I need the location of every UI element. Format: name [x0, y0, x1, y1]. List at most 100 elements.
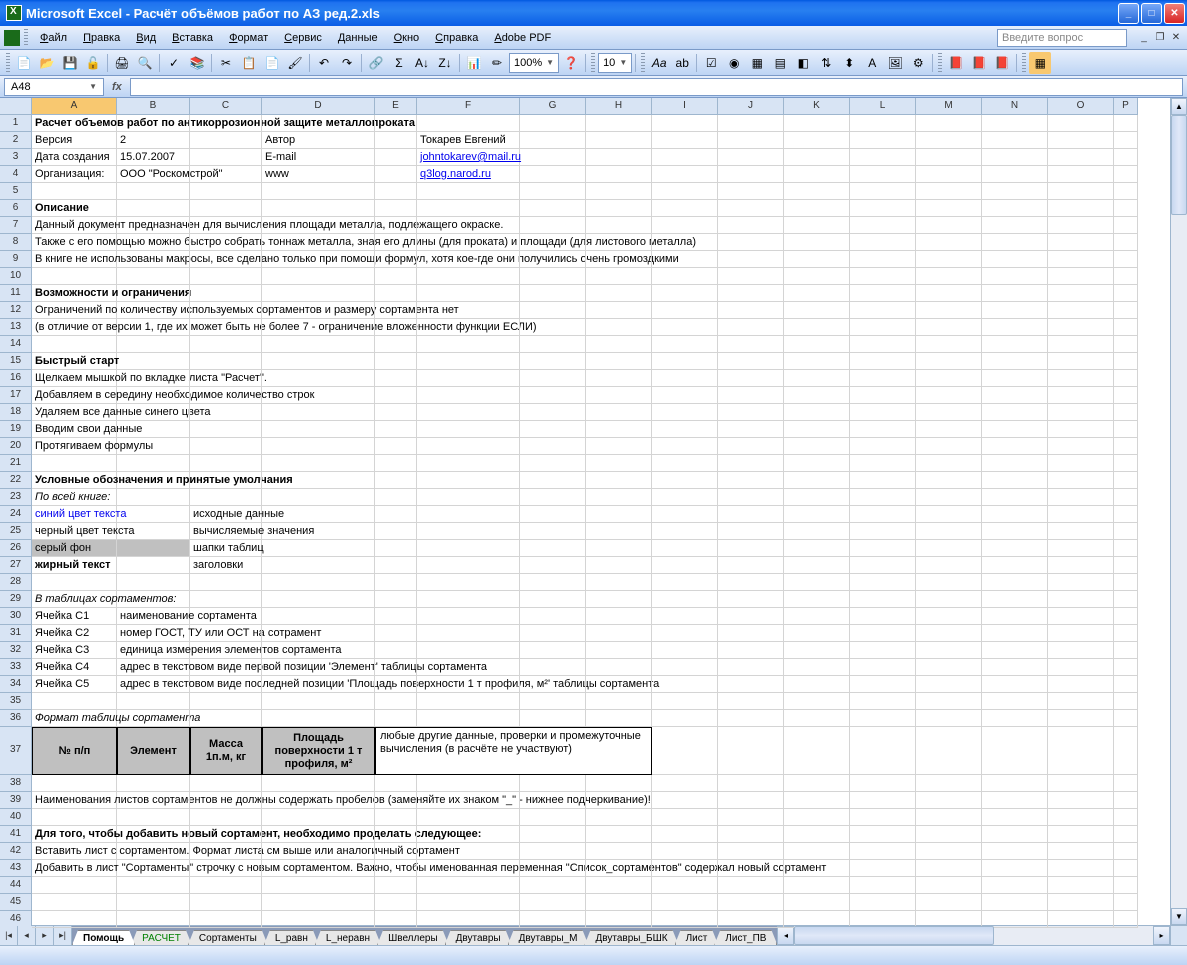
- cell-K19[interactable]: [784, 421, 850, 438]
- cell-P18[interactable]: [1114, 404, 1138, 421]
- cell-L10[interactable]: [850, 268, 916, 285]
- cell-P29[interactable]: [1114, 591, 1138, 608]
- cell-A9[interactable]: В книге не использованы макросы, все сде…: [32, 251, 117, 268]
- row-header-43[interactable]: 43: [0, 860, 32, 877]
- cell-N36[interactable]: [982, 710, 1048, 727]
- cell-G42[interactable]: [520, 843, 586, 860]
- cell-F13[interactable]: [417, 319, 520, 336]
- cell-M40[interactable]: [916, 809, 982, 826]
- cell-E32[interactable]: [375, 642, 417, 659]
- cell-H27[interactable]: [586, 557, 652, 574]
- textbox-button[interactable]: ab: [671, 52, 693, 74]
- cell-E11[interactable]: [375, 285, 417, 302]
- cell-C1[interactable]: [190, 115, 262, 132]
- menu-вставка[interactable]: Вставка: [164, 30, 221, 46]
- cell-E29[interactable]: [375, 591, 417, 608]
- cell-G12[interactable]: [520, 302, 586, 319]
- cell-N23[interactable]: [982, 489, 1048, 506]
- cell-O44[interactable]: [1048, 877, 1114, 894]
- cell-K7[interactable]: [784, 217, 850, 234]
- cell-J27[interactable]: [718, 557, 784, 574]
- cell-M27[interactable]: [916, 557, 982, 574]
- cell-G22[interactable]: [520, 472, 586, 489]
- cell-J16[interactable]: [718, 370, 784, 387]
- fill-color-button[interactable]: ▦: [1029, 52, 1051, 74]
- cell-N32[interactable]: [982, 642, 1048, 659]
- cell-E18[interactable]: [375, 404, 417, 421]
- cell-K6[interactable]: [784, 200, 850, 217]
- cell-G7[interactable]: [520, 217, 586, 234]
- cell-K9[interactable]: [784, 251, 850, 268]
- cell-B31[interactable]: номер ГОСТ, ТУ или ОСТ на сотрамент: [117, 625, 190, 642]
- cell-I38[interactable]: [652, 775, 718, 792]
- cell-P24[interactable]: [1114, 506, 1138, 523]
- cell-D35[interactable]: [262, 693, 375, 710]
- cell-L34[interactable]: [850, 676, 916, 693]
- cell-G30[interactable]: [520, 608, 586, 625]
- cell-F3[interactable]: johntokarev@mail.ru: [417, 149, 520, 166]
- cell-B4[interactable]: ООО "Роскомстрой": [117, 166, 190, 183]
- cell-I1[interactable]: [652, 115, 718, 132]
- scroll-down-button[interactable]: ▼: [1171, 908, 1187, 925]
- row-header-40[interactable]: 40: [0, 809, 32, 826]
- cell-K12[interactable]: [784, 302, 850, 319]
- sheet-tab-Сортаменты[interactable]: Сортаменты: [188, 930, 268, 945]
- cell-C13[interactable]: [190, 319, 262, 336]
- cell-G36[interactable]: [520, 710, 586, 727]
- hscroll-thumb[interactable]: [794, 926, 994, 945]
- cell-L42[interactable]: [850, 843, 916, 860]
- menu-формат[interactable]: Формат: [221, 30, 276, 46]
- cell-D44[interactable]: [262, 877, 375, 894]
- cell-N34[interactable]: [982, 676, 1048, 693]
- cell-D41[interactable]: [262, 826, 375, 843]
- cell-O20[interactable]: [1048, 438, 1114, 455]
- cell-O39[interactable]: [1048, 792, 1114, 809]
- cell-E5[interactable]: [375, 183, 417, 200]
- pdf-button-1[interactable]: 📕: [945, 52, 967, 74]
- cell-J2[interactable]: [718, 132, 784, 149]
- cell-J35[interactable]: [718, 693, 784, 710]
- cell-G21[interactable]: [520, 455, 586, 472]
- cell-M13[interactable]: [916, 319, 982, 336]
- cell-M39[interactable]: [916, 792, 982, 809]
- cell-K33[interactable]: [784, 659, 850, 676]
- cell-F45[interactable]: [417, 894, 520, 911]
- cell-N3[interactable]: [982, 149, 1048, 166]
- combobox-button[interactable]: ▤: [769, 52, 791, 74]
- cell-N11[interactable]: [982, 285, 1048, 302]
- cell-I21[interactable]: [652, 455, 718, 472]
- cell-D40[interactable]: [262, 809, 375, 826]
- cell-H12[interactable]: [586, 302, 652, 319]
- fx-icon[interactable]: fx: [106, 81, 128, 93]
- cell-H19[interactable]: [586, 421, 652, 438]
- cell-H31[interactable]: [586, 625, 652, 642]
- cell-O33[interactable]: [1048, 659, 1114, 676]
- cell-B24[interactable]: [117, 506, 190, 523]
- cell-P12[interactable]: [1114, 302, 1138, 319]
- cell-H1[interactable]: [586, 115, 652, 132]
- cell-L30[interactable]: [850, 608, 916, 625]
- cell-B28[interactable]: [117, 574, 190, 591]
- sheet-tab-L_равн[interactable]: L_равн: [264, 930, 319, 945]
- cell-L2[interactable]: [850, 132, 916, 149]
- cell-N20[interactable]: [982, 438, 1048, 455]
- cell-M26[interactable]: [916, 540, 982, 557]
- cell-D26[interactable]: [262, 540, 375, 557]
- cell-C39[interactable]: [190, 792, 262, 809]
- cell-I9[interactable]: [652, 251, 718, 268]
- cell-N38[interactable]: [982, 775, 1048, 792]
- cell-K39[interactable]: [784, 792, 850, 809]
- menu-правка[interactable]: Правка: [75, 30, 128, 46]
- cell-C23[interactable]: [190, 489, 262, 506]
- cell-A24[interactable]: синий цвет текста: [32, 506, 117, 523]
- cell-I20[interactable]: [652, 438, 718, 455]
- cell-H26[interactable]: [586, 540, 652, 557]
- cell-N33[interactable]: [982, 659, 1048, 676]
- cell-P30[interactable]: [1114, 608, 1138, 625]
- cell-N41[interactable]: [982, 826, 1048, 843]
- cell-M24[interactable]: [916, 506, 982, 523]
- cell-H17[interactable]: [586, 387, 652, 404]
- cell-D46[interactable]: [262, 911, 375, 928]
- cell-G39[interactable]: [520, 792, 586, 809]
- cell-C45[interactable]: [190, 894, 262, 911]
